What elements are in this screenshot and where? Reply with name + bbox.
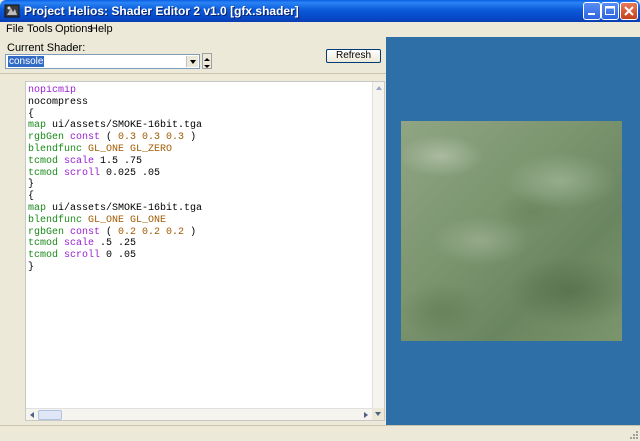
scroll-down-button[interactable]	[372, 408, 384, 420]
code-token: ui/assets/SMOKE-16bit.tga	[52, 120, 203, 132]
code-token: rgbGen	[28, 132, 71, 144]
code-token: }	[28, 179, 35, 191]
code-token: const	[70, 132, 107, 144]
code-token: (	[106, 226, 119, 238]
code-line[interactable]: {	[28, 191, 370, 203]
code-token: map	[28, 202, 53, 214]
code-token: GL_ONE GL_ONE	[88, 214, 167, 226]
code-token: const	[70, 226, 107, 238]
menu-options[interactable]: Options	[55, 23, 93, 35]
code-token: map	[28, 120, 53, 132]
minimize-icon	[588, 13, 595, 15]
code-token: scale	[64, 238, 101, 250]
minimize-button[interactable]	[583, 2, 601, 20]
editor-panel: Current Shader: console Refresh nopicmip…	[0, 37, 386, 425]
scroll-up-button[interactable]	[373, 82, 385, 94]
code-line[interactable]: blendfunc GL_ONE GL_ONE	[28, 215, 370, 227]
scroll-left-icon	[30, 412, 34, 418]
maximize-icon	[605, 6, 615, 15]
menu-tools[interactable]: Tools	[27, 23, 53, 35]
code-token: .5 .25	[100, 238, 137, 250]
code-token: blendfunc	[28, 214, 89, 226]
code-token: tcmod	[28, 155, 65, 167]
code-line[interactable]: }	[28, 179, 370, 191]
code-token: )	[184, 226, 197, 238]
spin-down-icon	[204, 65, 210, 68]
shader-preview-pane	[386, 37, 640, 425]
code-token: {	[28, 108, 35, 120]
code-token: ui/assets/SMOKE-16bit.tga	[52, 202, 203, 214]
spin-up-button[interactable]	[203, 54, 211, 61]
resize-grip-icon	[630, 431, 638, 439]
code-token: {	[28, 191, 35, 203]
shader-dropdown[interactable]: console	[5, 54, 200, 69]
divider	[0, 73, 386, 74]
window-title: Project Helios: Shader Editor 2 v1.0 [gf…	[24, 4, 299, 18]
current-shader-label: Current Shader:	[7, 42, 86, 54]
resize-grip[interactable]	[628, 429, 638, 439]
code-line[interactable]: tcmod scale 1.5 .75	[28, 156, 370, 168]
shader-dropdown-value: console	[8, 56, 45, 67]
shader-preview-image	[401, 121, 622, 341]
code-token: blendfunc	[28, 143, 89, 155]
code-token: scale	[64, 155, 101, 167]
code-token: tcmod	[28, 250, 65, 262]
status-bar	[0, 425, 640, 441]
code-line[interactable]: tcmod scroll 0 .05	[28, 250, 370, 262]
code-line[interactable]: tcmod scale .5 .25	[28, 238, 370, 250]
dropdown-button[interactable]	[186, 56, 198, 67]
code-token: scroll	[64, 167, 107, 179]
code-text-area[interactable]: nopicmip nocompress{map ui/assets/SMOKE-1…	[28, 85, 370, 405]
close-icon	[624, 6, 634, 16]
title-bar[interactable]: Project Helios: Shader Editor 2 v1.0 [gf…	[0, 0, 640, 22]
code-line[interactable]: nocompress	[28, 97, 370, 109]
code-token: }	[28, 261, 35, 273]
dropdown-arrow-icon	[190, 60, 196, 64]
code-line[interactable]: {	[28, 109, 370, 121]
code-token: GL_ONE GL_ZERO	[88, 143, 173, 155]
code-line[interactable]: rgbGen const ( 0.2 0.2 0.2 )	[28, 227, 370, 239]
scroll-right-button[interactable]	[360, 409, 372, 421]
code-line[interactable]: blendfunc GL_ONE GL_ZERO	[28, 144, 370, 156]
scroll-left-button[interactable]	[26, 409, 38, 421]
code-line[interactable]: nopicmip	[28, 85, 370, 97]
code-line[interactable]: rgbGen const ( 0.3 0.3 0.3 )	[28, 132, 370, 144]
code-token: 0 .05	[106, 250, 137, 262]
code-line[interactable]: map ui/assets/SMOKE-16bit.tga	[28, 120, 370, 132]
spin-down-button[interactable]	[203, 61, 211, 68]
menu-file[interactable]: File	[6, 23, 24, 35]
horizontal-scroll-thumb[interactable]	[38, 410, 62, 420]
code-token: nocompress	[28, 96, 89, 108]
shader-spinner[interactable]	[202, 53, 212, 69]
app-icon[interactable]	[4, 3, 20, 19]
close-button[interactable]	[620, 2, 638, 20]
code-token: scroll	[64, 250, 107, 262]
menu-help[interactable]: Help	[90, 23, 113, 35]
code-token: tcmod	[28, 167, 65, 179]
horizontal-scrollbar[interactable]	[26, 408, 372, 420]
code-token: )	[184, 132, 197, 144]
code-token: 0.025 .05	[106, 167, 161, 179]
code-token: nopicmip	[28, 85, 77, 96]
scroll-up-icon	[376, 86, 382, 90]
code-token: tcmod	[28, 238, 65, 250]
code-line[interactable]: tcmod scroll 0.025 .05	[28, 168, 370, 180]
shader-code-editor[interactable]: nopicmip nocompress{map ui/assets/SMOKE-1…	[25, 81, 385, 421]
code-token: (	[106, 132, 119, 144]
code-token: rgbGen	[28, 226, 71, 238]
menu-bar: File Tools Options Help	[0, 22, 640, 37]
code-token: 0.3 0.3 0.3	[118, 132, 185, 144]
code-line[interactable]: map ui/assets/SMOKE-16bit.tga	[28, 203, 370, 215]
code-token: 0.2 0.2 0.2	[118, 226, 185, 238]
code-line[interactable]: }	[28, 262, 370, 274]
maximize-button[interactable]	[601, 2, 619, 20]
scroll-down-icon	[375, 412, 381, 416]
scroll-right-icon	[364, 412, 368, 418]
refresh-button[interactable]: Refresh	[326, 49, 381, 63]
code-token: 1.5 .75	[100, 155, 143, 167]
vertical-scrollbar[interactable]	[372, 82, 384, 410]
